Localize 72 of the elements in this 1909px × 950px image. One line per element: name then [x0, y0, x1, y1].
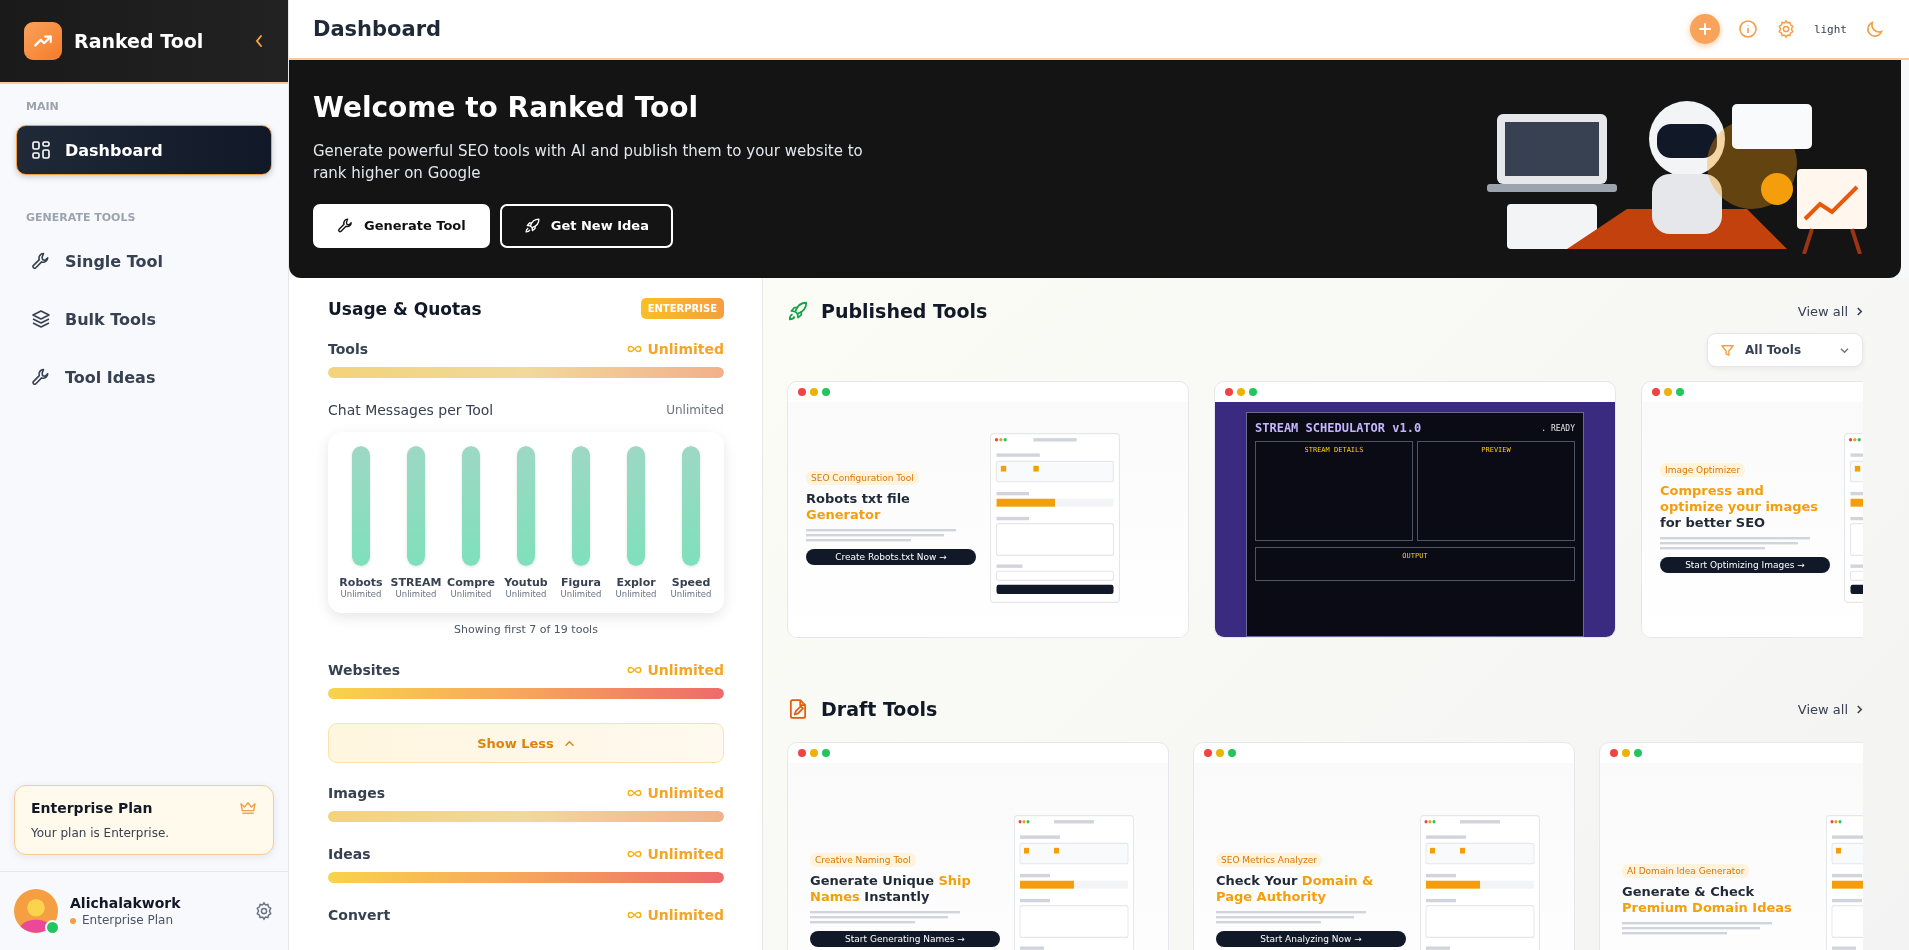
- tool-badge: Image Optimizer: [1660, 462, 1746, 477]
- cta-button: Start Analyzing Now →: [1216, 931, 1406, 947]
- theme-label: light: [1813, 22, 1847, 36]
- tool-badge: AI Domain Idea Generator: [1622, 864, 1750, 878]
- section-heading: MAIN: [25, 100, 60, 113]
- tool-card[interactable]: SEO Configuration Tool Robots txt file Generator Create Robots.txt Now →: [787, 381, 1189, 638]
- quota-value: Unlimited: [627, 785, 724, 801]
- tool-headline: Generate Unique Ship Names Instantly: [810, 873, 972, 905]
- tool-limit: Unlimited: [340, 589, 382, 599]
- tool-name: Speed: [671, 576, 711, 589]
- tool-headline: Check Your Domain & Page Authority: [1216, 873, 1375, 905]
- plan-badge: ENTERPRISE: [640, 298, 724, 319]
- tool-limit: Unlimited: [615, 589, 657, 599]
- quota-label: Convert: [328, 907, 391, 923]
- tool-name: Figura: [561, 576, 601, 589]
- plan-description: Your plan is Enterprise.: [31, 826, 171, 840]
- quota-value: Unlimited: [627, 662, 724, 678]
- tool-card[interactable]: SEO Metrics Analyzer Check Your Domain & Page Authority Start Analyzing Now →: [1193, 742, 1575, 950]
- status-text: . READY: [1541, 423, 1575, 433]
- quota-label: Ideas: [328, 846, 371, 862]
- tool-card[interactable]: Creative Naming Tool Generate Unique Ship Names Instantly Start Generating Names →: [787, 742, 1169, 950]
- page-title: Dashboard: [313, 17, 442, 41]
- tool-badge: Creative Naming Tool: [810, 853, 916, 867]
- tool-badge: SEO Metrics Analyzer: [1216, 853, 1323, 867]
- section-title: Draft Tools: [821, 698, 938, 720]
- plan-title: Enterprise Plan: [31, 800, 153, 816]
- tool-limit: Unlimited: [395, 589, 437, 599]
- tools-note: Showing first 7 of 19 tools: [454, 623, 598, 636]
- quota-label: Websites: [328, 662, 401, 678]
- quota-value: Unlimited: [666, 403, 724, 417]
- quota-value: Unlimited: [627, 907, 724, 923]
- banner-title: Welcome to Ranked Tool: [313, 90, 700, 124]
- tool-badge: SEO Configuration Tool: [806, 470, 919, 485]
- tool-headline: Robots txt file Generator: [806, 490, 911, 523]
- nav-item[interactable]: Tool Ideas: [16, 352, 272, 402]
- tool-name: Youtub: [504, 576, 548, 589]
- banner-text: Generate powerful SEO tools with AI and publish them to your website to rank higher on Google: [313, 140, 864, 184]
- banner-button[interactable]: Get New Idea: [499, 203, 673, 248]
- user-plan: Enterprise Plan: [70, 913, 242, 927]
- tool-headline: Generate & Check Premium Domain Ideas: [1622, 884, 1793, 916]
- tool-card[interactable]: Image Optimizer Compress and optimize your images for better SEO Start Optimizing Images →: [1641, 381, 1863, 638]
- tool-name: Explor: [616, 576, 656, 589]
- cta-button: Start Optimizing Images →: [1660, 556, 1830, 573]
- tool-card[interactable]: AI Domain Idea Generator Generate & Check Premium Domain Ideas: [1599, 742, 1863, 950]
- cta-button: Create Robots.txt Now →: [806, 548, 976, 565]
- tool-name: Compre: [447, 576, 495, 589]
- filter-dropdown[interactable]: All Tools: [1707, 333, 1863, 367]
- view-all-link[interactable]: View all: [1797, 701, 1863, 717]
- quota-label: Images: [328, 785, 386, 801]
- quota-label: Tools: [328, 341, 369, 357]
- view-all-link[interactable]: View all: [1797, 303, 1863, 319]
- nav-item[interactable]: Single Tool: [16, 236, 272, 286]
- nav-item[interactable]: Dashboard: [16, 125, 272, 175]
- brand-name: Ranked Tool: [74, 30, 205, 52]
- tool-name: STREAM: [390, 576, 442, 589]
- tool-limit: Unlimited: [505, 589, 547, 599]
- terminal-title: STREAM SCHEDULATOR v1.0: [1255, 421, 1422, 435]
- tool-limit: Unlimited: [560, 589, 602, 599]
- cta-button: Start Generating Names →: [810, 931, 1000, 947]
- panel-title: Usage & Quotas: [328, 298, 482, 319]
- section-title: Published Tools: [821, 300, 988, 322]
- tool-headline: Compress and optimize your images for better SEO: [1660, 482, 1820, 531]
- tool-limit: Unlimited: [670, 589, 712, 599]
- quota-value: Unlimited: [627, 341, 724, 357]
- quota-label: Chat Messages per Tool: [328, 402, 494, 418]
- section-heading: GENERATE TOOLS: [25, 211, 137, 224]
- nav-item[interactable]: Bulk Tools: [16, 294, 272, 344]
- quota-value: Unlimited: [627, 846, 724, 862]
- user-name: Alichalakwork: [70, 895, 182, 911]
- tool-name: Robots: [339, 576, 383, 589]
- banner-button[interactable]: Generate Tool: [313, 203, 490, 248]
- tool-limit: Unlimited: [450, 589, 492, 599]
